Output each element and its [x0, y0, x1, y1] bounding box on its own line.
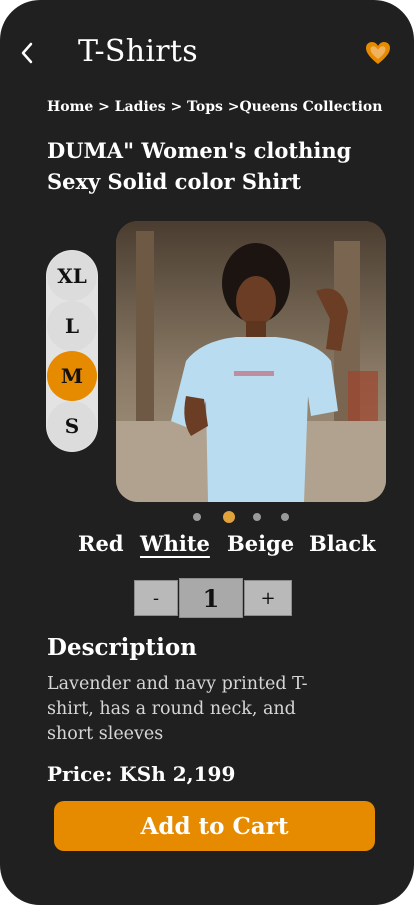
size-selector: XL L M S	[46, 250, 98, 452]
color-option-black[interactable]: Black	[309, 531, 376, 556]
description-text: Lavender and navy printed T-shirt, has a…	[47, 674, 308, 744]
add-to-cart-button[interactable]: Add to Cart	[54, 801, 375, 851]
decrement-button[interactable]: -	[134, 580, 178, 616]
size-option-l[interactable]: L	[47, 301, 97, 351]
heart-icon	[366, 42, 390, 64]
pagination-dot[interactable]	[193, 513, 201, 521]
size-option-m[interactable]: M	[47, 351, 97, 401]
pagination-dot[interactable]	[253, 513, 261, 521]
pagination-dot[interactable]	[281, 513, 289, 521]
image-pagination	[0, 510, 414, 524]
breadcrumb[interactable]: Home > Ladies > Tops >Queens Collection	[47, 99, 382, 115]
back-button[interactable]	[14, 38, 40, 68]
chevron-left-icon	[21, 42, 33, 64]
page-title: T-Shirts	[78, 34, 198, 69]
color-selector: Red White Beige Black	[78, 531, 378, 561]
product-screen: T-Shirts Home > Ladies > Tops >Queens Co…	[0, 0, 414, 905]
product-name: DUMA" Women's clothing Sexy Solid color …	[47, 138, 352, 194]
product-photo	[116, 221, 386, 502]
quantity-value[interactable]: 1	[179, 578, 243, 618]
pagination-dot-active[interactable]	[223, 511, 235, 523]
color-option-beige[interactable]: Beige	[227, 531, 294, 556]
description-heading: Description	[47, 634, 197, 661]
size-option-xl[interactable]: XL	[47, 251, 97, 301]
color-option-red[interactable]: Red	[78, 531, 124, 556]
size-option-s[interactable]: S	[47, 401, 97, 451]
favorite-button[interactable]	[364, 40, 392, 66]
product-image[interactable]	[116, 221, 386, 502]
price-label: Price: KSh 2,199	[47, 762, 236, 786]
increment-button[interactable]: +	[244, 580, 292, 616]
color-option-white[interactable]: White	[140, 531, 210, 556]
